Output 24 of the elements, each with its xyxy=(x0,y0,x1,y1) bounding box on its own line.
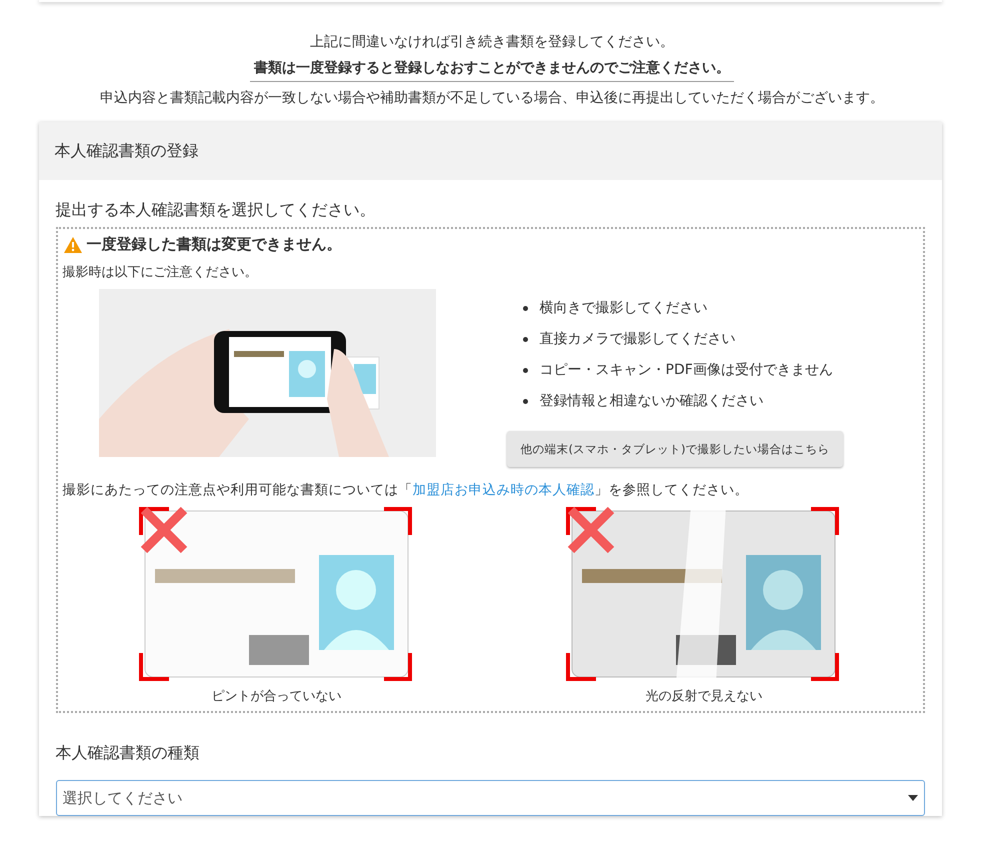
other-device-button[interactable]: 他の端末(スマホ・タブレット)で撮影したい場合はこちら xyxy=(506,431,844,467)
notice-text: 申込内容と書類記載内容が一致しない場合や補助書類が不足している場合、申込後に再提出していただく場合がございます。 xyxy=(100,89,884,108)
example-caption: 光の反射で見えない xyxy=(645,688,762,705)
tip-text: コピー・スキャン・PDF画像は受付できません xyxy=(540,361,833,380)
document-type-select[interactable]: 選択してください xyxy=(56,780,924,816)
intro-text: 撮影時は以下にご注意ください。 xyxy=(62,264,258,281)
reference-text: 撮影にあたっての注意点や利用可能な書類については「加盟店お申込み時の本人確認」を参照してください。 xyxy=(62,481,750,499)
caret-icon xyxy=(908,795,918,801)
tip-text: 横向きで撮影してください xyxy=(540,299,708,318)
select-placeholder: 選択してください xyxy=(62,788,182,808)
tip-text: 直接カメラで撮影してください xyxy=(540,330,736,349)
bullet-icon xyxy=(522,306,528,311)
tip-text: 登録情報と相違ないか確認ください xyxy=(540,392,764,411)
document-type-label: 本人確認書類の種類 xyxy=(56,743,200,764)
warning-title: 一度登録した書類は変更できません。 xyxy=(86,235,342,254)
bullet-icon xyxy=(522,337,528,342)
example-caption: ピントが合っていない xyxy=(211,688,342,705)
notice-text: 上記に間違いなければ引き続き書類を登録してください。 xyxy=(310,33,674,52)
warning-icon xyxy=(62,236,82,254)
caution-text: 書類は一度登録すると登録しなおすことができませんのでご注意ください。 xyxy=(250,58,734,82)
panel-title: 本人確認書類の登録 xyxy=(38,122,942,180)
bullet-icon xyxy=(522,399,528,404)
prompt-text: 提出する本人確認書類を選択してください。 xyxy=(56,200,376,221)
bullet-icon xyxy=(522,368,528,373)
